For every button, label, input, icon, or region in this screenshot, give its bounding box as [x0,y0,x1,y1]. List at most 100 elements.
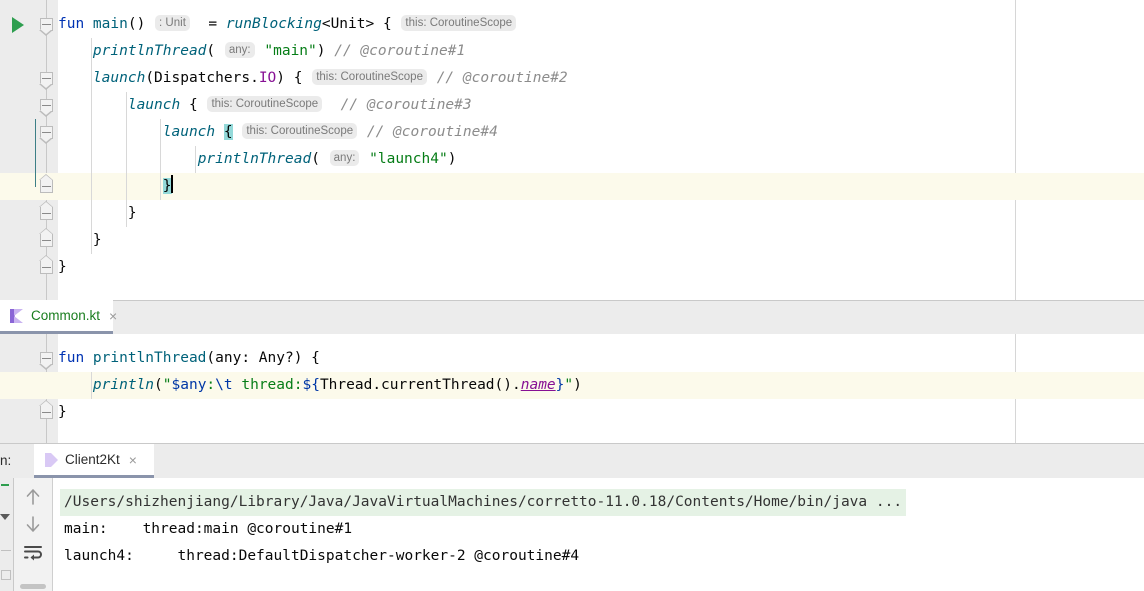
code-token: } [127,205,137,221]
code-line[interactable]: launch { this: CoroutineScope // @corout… [58,92,472,119]
code-token: runBlocking [225,16,322,32]
indent-guide [91,65,92,92]
code-token: \t [215,377,233,393]
tab-label: Client2Kt [65,452,120,467]
soft-wrap-icon [24,546,42,561]
editor-gutter[interactable] [0,0,36,300]
console-output-line[interactable]: launch4: thread:DefaultDispatcher-worker… [64,543,579,570]
indent-guide [91,372,92,399]
caret-line-highlight-gutter [0,372,58,399]
code-token: } [58,259,67,275]
inlay-hint: any: [224,42,255,58]
main-editor-pane[interactable]: fun main() : Unit = runBlocking<Unit> { … [0,0,1144,300]
code-token: ) [316,43,335,59]
close-icon[interactable]: × [129,453,137,467]
code-line[interactable]: printlnThread( any: "main") // @coroutin… [58,38,465,65]
fold-collapse-icon[interactable] [39,352,53,370]
indent-guide [160,146,161,173]
code-line[interactable]: } [58,254,67,281]
fold-end-icon[interactable] [39,400,53,419]
code-area[interactable]: fun main() : Unit = runBlocking<Unit> { … [58,0,1144,300]
indent-guide [126,200,127,227]
code-token: launch [92,70,146,86]
code-line[interactable]: println("$any:\t thread:${Thread.current… [58,372,582,399]
tab-client2kt[interactable]: Client2Kt × [34,444,154,478]
fold-collapse-icon[interactable] [39,18,53,36]
run-triangle-icon[interactable] [12,17,24,33]
close-icon[interactable]: × [109,309,117,323]
code-token: } [58,404,67,420]
soft-wrap-button[interactable] [22,541,44,563]
code-token: ( [311,151,329,167]
run-window-label: n: [0,453,12,468]
fold-collapse-icon[interactable] [39,99,53,117]
indent-guide [160,119,161,146]
code-token: name [520,377,556,393]
inlay-hint: : Unit [155,15,190,31]
console-command-line[interactable]: /Users/shizhenjiang/Library/Java/JavaVir… [60,489,907,516]
kotlin-file-icon [10,308,24,323]
indent-guide [91,119,92,146]
tab-label: Common.kt [31,308,101,323]
code-token: println [92,377,155,393]
code-token: launch [127,97,181,113]
code-token: ) [573,377,582,393]
code-line[interactable]: } [58,173,173,200]
code-line[interactable]: printlnThread( any: "launch4") [58,146,456,173]
fold-end-icon[interactable] [39,255,53,274]
code-line[interactable]: fun printlnThread(any: Any?) { [58,345,320,372]
code-token: launch [162,124,216,140]
run-tool-window: n: Client2Kt × /Users/shizhenjiang/Libra… [0,444,1144,591]
code-token: Dispatchers. [154,70,259,86]
scroll-down-button[interactable] [22,513,44,535]
code-line[interactable]: fun main() : Unit = runBlocking<Unit> { … [58,11,517,38]
code-token: fun [58,16,93,32]
caret-line-highlight [58,173,1144,200]
code-line[interactable]: } [58,399,67,426]
code-token: main [92,16,128,32]
code-line[interactable]: } [58,227,102,254]
indent-guide [91,92,92,119]
editor-tabbar-middle[interactable]: Common.kt × [0,300,1144,334]
indent-guide [91,173,92,200]
tool-window-left-strip[interactable] [0,478,14,591]
code-line[interactable]: launch(Dispatchers.IO) { this: Coroutine… [58,65,568,92]
console-output-line[interactable]: main: thread:main @coroutine#1 [64,516,352,543]
code-token: " [162,377,172,393]
tab-common-kt[interactable]: Common.kt × [0,300,117,334]
code-token: printlnThread [197,151,312,167]
code-token: () [127,16,146,32]
inlay-hint: this: CoroutineScope [242,123,358,139]
code-token: (any: Any?) { [206,350,320,366]
fold-end-icon[interactable] [39,228,53,247]
code-line[interactable]: launch { this: CoroutineScope // @corout… [58,119,498,146]
console-output[interactable]: /Users/shizhenjiang/Library/Java/JavaVir… [53,478,1144,591]
fold-collapse-icon[interactable] [39,126,53,144]
indent-guide [160,173,161,200]
inlay-hint: this: CoroutineScope [207,96,323,112]
code-area[interactable]: fun printlnThread(any: Any?) { println("… [58,334,1144,444]
scroll-up-button[interactable] [22,486,44,508]
code-token: printlnThread [92,43,207,59]
code-token: ( [206,43,224,59]
code-token: // @coroutine#3 [340,97,472,113]
fold-end-icon[interactable] [39,174,53,193]
indent-guide [91,146,92,173]
code-token: : [206,377,216,393]
code-token: // @coroutine#2 [436,70,568,86]
code-token: // @coroutine#4 [366,124,498,140]
code-token: ) { [276,70,312,86]
fold-collapse-icon[interactable] [39,72,53,90]
console-toolbar[interactable] [14,478,53,591]
run-tabbar[interactable]: n: Client2Kt × [0,444,1144,478]
code-line[interactable]: } [58,200,137,227]
code-token: "launch4" [369,151,448,167]
fold-end-icon[interactable] [39,201,53,220]
common-kt-editor-pane[interactable]: fun printlnThread(any: Any?) { println("… [0,334,1144,444]
